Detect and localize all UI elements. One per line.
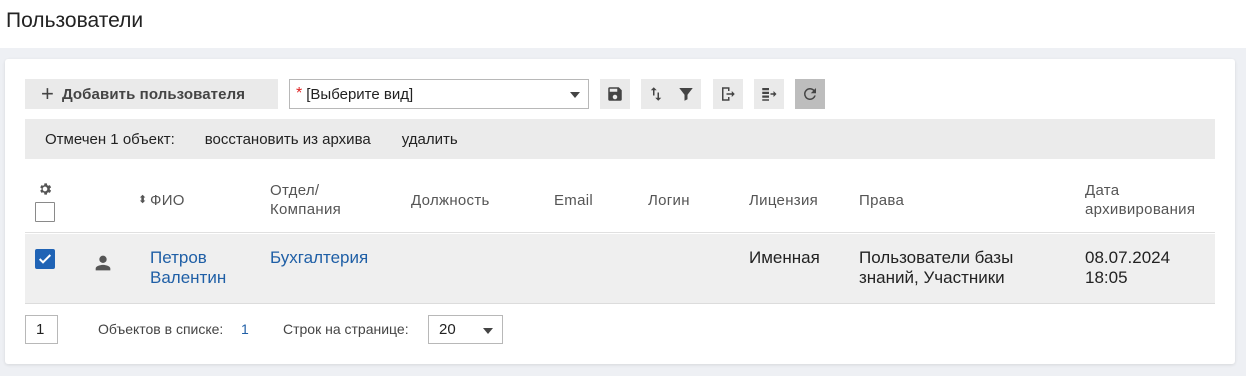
export-icon xyxy=(722,87,735,101)
objects-count-label: Объектов в списке: xyxy=(98,321,224,337)
user-rights-line2: знаний, Участники xyxy=(859,268,1005,287)
table-footer: 1 Объектов в списке: 1 Строк на странице… xyxy=(25,315,1215,345)
rows-per-page-select[interactable]: 20 xyxy=(428,315,503,344)
row-checkbox[interactable] xyxy=(35,249,55,269)
checkmark-icon xyxy=(38,254,52,264)
export-list-button[interactable] xyxy=(754,79,784,109)
column-name[interactable]: ФИО xyxy=(150,191,185,210)
rows-per-page-label: Строк на странице: xyxy=(283,321,409,337)
archive-date-line2: 18:05 xyxy=(1085,268,1128,287)
user-department[interactable]: Бухгалтерия xyxy=(270,248,368,268)
column-email[interactable]: Email xyxy=(554,191,593,210)
chevron-down-icon xyxy=(570,92,580,98)
gear-icon[interactable] xyxy=(37,181,53,197)
column-login[interactable]: Логин xyxy=(648,191,690,210)
export-list-icon xyxy=(762,88,777,101)
chevron-down-icon xyxy=(483,328,493,334)
selection-bar: Отмечен 1 объект: восстановить из архива… xyxy=(25,119,1215,159)
table-row[interactable]: Петров Валентин Бухгалтерия Именная Поль… xyxy=(25,234,1215,304)
sort-button[interactable] xyxy=(641,79,671,109)
delete-link[interactable]: удалить xyxy=(402,131,458,148)
add-user-button[interactable]: + Добавить пользователя xyxy=(25,79,278,109)
restore-from-archive-link[interactable]: восстановить из архива xyxy=(205,131,371,148)
page-header: Пользователи xyxy=(0,0,1246,48)
view-select[interactable]: * [Выберите вид] xyxy=(289,79,589,109)
page-number-input[interactable]: 1 xyxy=(25,315,58,344)
select-all-checkbox[interactable] xyxy=(35,202,55,222)
save-view-button[interactable] xyxy=(600,79,630,109)
column-dept-line2[interactable]: Компания xyxy=(270,200,341,219)
sort-icon xyxy=(650,87,662,101)
rows-per-page-value: 20 xyxy=(439,321,456,338)
filter-icon xyxy=(679,88,693,101)
refresh-icon xyxy=(803,88,816,100)
required-mark: * xyxy=(296,85,303,102)
user-rights-line1: Пользователи базы xyxy=(859,248,1014,267)
archive-date-line1: 08.07.2024 xyxy=(1085,248,1171,267)
user-license: Именная xyxy=(749,248,820,267)
table-header: ⬍ ФИО Отдел/ Компания Должность Email Ло… xyxy=(25,171,1215,233)
user-name-line1[interactable]: Петров xyxy=(150,248,207,268)
column-position[interactable]: Должность xyxy=(411,191,490,210)
column-dept-line1[interactable]: Отдел/ xyxy=(270,181,319,200)
column-date-line2[interactable]: архивирования xyxy=(1085,200,1195,219)
add-user-label: Добавить пользователя xyxy=(61,85,246,103)
filter-button[interactable] xyxy=(671,79,701,109)
view-select-value: [Выберите вид] xyxy=(306,85,414,103)
refresh-button[interactable] xyxy=(795,79,825,109)
export-button[interactable] xyxy=(713,79,743,109)
page-title: Пользователи xyxy=(6,9,144,32)
save-icon xyxy=(608,87,622,101)
objects-count-value: 1 xyxy=(241,321,249,337)
selection-count: Отмечен 1 объект: xyxy=(45,130,175,148)
column-rights[interactable]: Права xyxy=(859,191,904,210)
column-license[interactable]: Лицензия xyxy=(749,191,818,210)
plus-icon: + xyxy=(41,81,54,106)
user-avatar-icon xyxy=(95,255,111,271)
sort-indicator-icon[interactable]: ⬍ xyxy=(138,191,148,210)
column-date-line1[interactable]: Дата xyxy=(1085,181,1119,200)
users-panel: + Добавить пользователя * [Выберите вид]… xyxy=(5,59,1235,364)
user-name-line2[interactable]: Валентин xyxy=(150,268,226,288)
